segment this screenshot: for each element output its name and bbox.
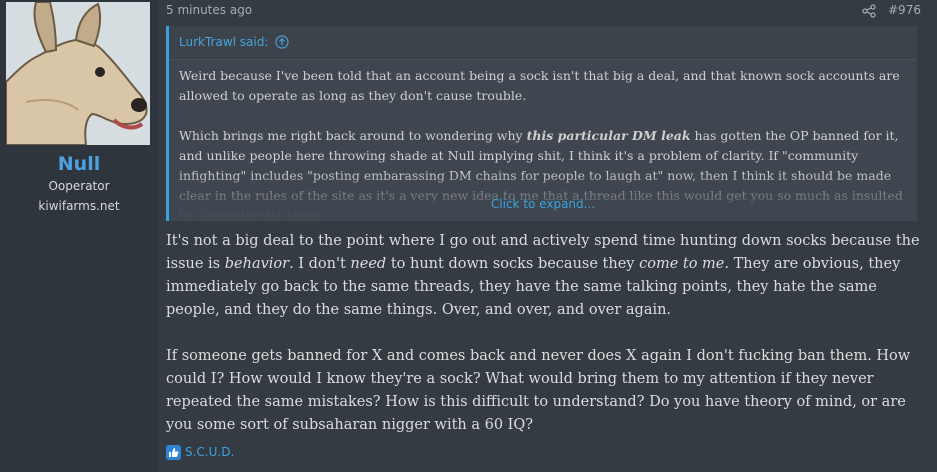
share-icon[interactable] <box>862 4 876 18</box>
user-banner: kiwifarms.net <box>38 199 120 213</box>
user-title: Ooperator <box>48 179 110 193</box>
thumbs-up-icon <box>166 445 181 460</box>
user-info-column: Null Ooperator kiwifarms.net <box>0 0 158 472</box>
post-timestamp[interactable]: 5 minutes ago <box>166 3 252 17</box>
click-to-expand-link[interactable]: Click to expand... <box>169 197 917 211</box>
quote-block: LurkTrawl said: Weird because I've been … <box>166 26 917 221</box>
avatar[interactable] <box>6 2 150 145</box>
arrow-up-circle-icon[interactable] <box>275 35 289 49</box>
post-number-link[interactable]: #976 <box>888 3 921 17</box>
dog-avatar-icon <box>6 2 150 145</box>
reaction-users-link[interactable]: S.C.U.D. <box>185 445 234 459</box>
message-paragraph: If someone gets banned for X and comes b… <box>166 348 911 433</box>
quote-author-link[interactable]: LurkTrawl said: <box>179 35 268 49</box>
quote-paragraph: Weird because I've been told that an acc… <box>179 68 900 103</box>
forum-post: Null Ooperator kiwifarms.net 5 minutes a… <box>0 0 937 472</box>
post-main: 5 minutes ago #976 LurkTrawl said: Weird… <box>158 0 937 472</box>
message-paragraph: It's not a big deal to the point where I… <box>166 233 920 318</box>
quote-emphasis: this particular DM leak <box>526 128 691 143</box>
username[interactable]: Null <box>0 153 158 175</box>
quote-fade-overlay <box>169 171 917 221</box>
quote-header: LurkTrawl said: <box>169 26 917 60</box>
post-message: It's not a big deal to the point where I… <box>166 230 931 460</box>
